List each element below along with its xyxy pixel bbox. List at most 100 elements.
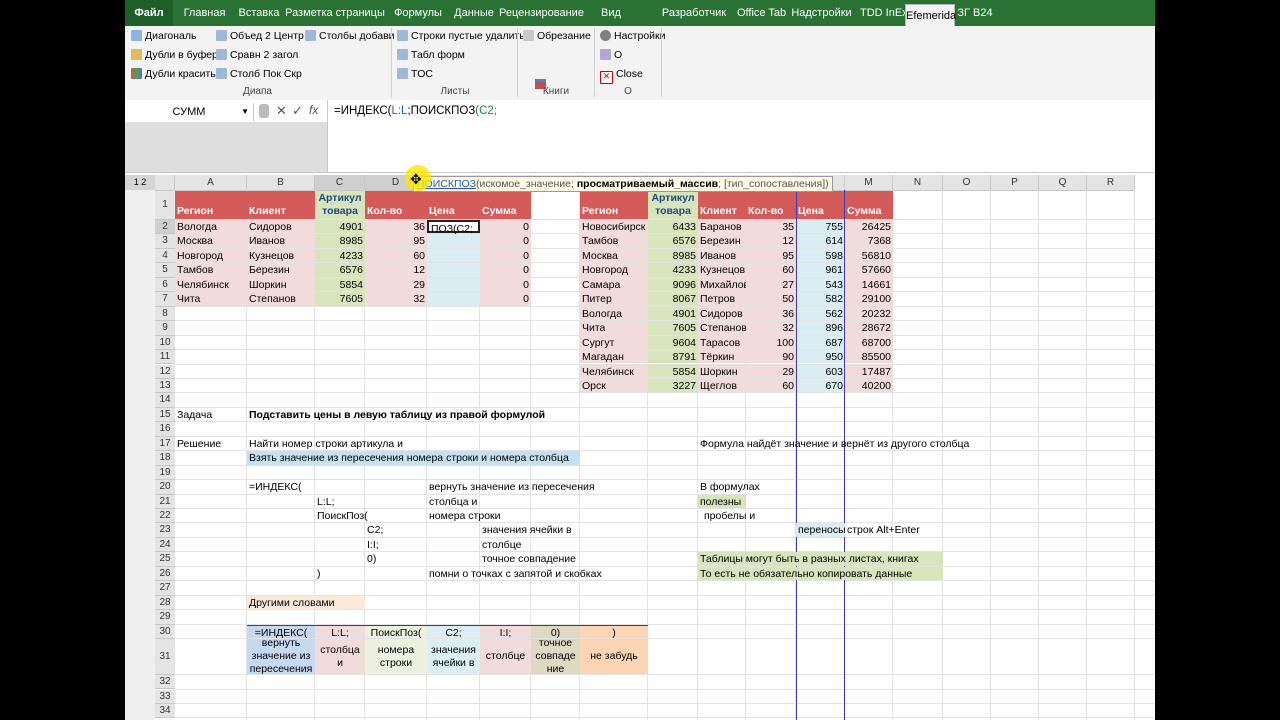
table-cell[interactable]: Кузнецов: [698, 263, 746, 277]
note-text[interactable]: ): [315, 567, 365, 580]
table-header[interactable]: Цена: [796, 191, 845, 219]
tab-2[interactable]: Вставка: [234, 0, 284, 26]
tab-13[interactable]: ЗГ В24: [955, 0, 995, 26]
row-header-8[interactable]: 8: [155, 306, 175, 322]
table-cell[interactable]: 8985: [648, 248, 698, 263]
row-header-6[interactable]: 6: [155, 277, 175, 293]
note-text[interactable]: 0): [365, 552, 427, 565]
row-header-22[interactable]: 22: [155, 509, 175, 524]
table-cell[interactable]: 56810: [845, 248, 893, 263]
summary-bottom-cell[interactable]: значения ячейки в: [427, 639, 480, 675]
corner-cell[interactable]: [155, 175, 175, 191]
note-text[interactable]: строк Alt+Enter: [845, 523, 920, 536]
table-forms-button[interactable]: Табл форм: [397, 47, 465, 63]
splitter-handle[interactable]: [259, 104, 269, 118]
table-header[interactable]: Цена: [427, 191, 480, 219]
table-cell[interactable]: 8067: [648, 292, 698, 306]
table-cell[interactable]: [427, 292, 480, 306]
table-cell[interactable]: Березин: [247, 263, 315, 277]
table-cell[interactable]: Новгород: [580, 263, 648, 277]
table-cell[interactable]: 670: [796, 378, 845, 393]
compare-headers-button[interactable]: Сравн 2 загол: [216, 47, 298, 63]
table-cell[interactable]: 8791: [648, 350, 698, 364]
column-header-Q[interactable]: Q: [1039, 175, 1087, 191]
table-cell[interactable]: [427, 234, 480, 248]
table-cell[interactable]: 755: [796, 220, 845, 234]
tab-1[interactable]: Главная: [177, 0, 232, 26]
row-header-27[interactable]: 27: [155, 581, 175, 596]
table-cell[interactable]: 60: [746, 378, 796, 393]
trim-button[interactable]: Обрезание: [523, 28, 591, 44]
row-header-25[interactable]: 25: [155, 552, 175, 567]
table-header[interactable]: Сумма: [480, 191, 531, 219]
table-cell[interactable]: 0: [480, 277, 531, 292]
row-header-31[interactable]: 31: [155, 639, 175, 676]
tab-9[interactable]: Office Tab: [737, 0, 786, 26]
note-text[interactable]: I:I;: [365, 538, 427, 551]
row-header-17[interactable]: 17: [155, 436, 175, 452]
note-text[interactable]: полезны: [698, 494, 746, 508]
note-text[interactable]: Найти номер строки артикула и: [247, 437, 403, 450]
note-label[interactable]: Решение: [175, 437, 247, 450]
row-header-32[interactable]: 32: [155, 675, 175, 690]
table-cell[interactable]: 50: [746, 292, 796, 306]
chevron-down-icon[interactable]: ▼: [241, 103, 249, 121]
tab-12[interactable]: Efemerida: [905, 4, 956, 27]
table-cell[interactable]: Петров: [698, 292, 746, 306]
table-cell[interactable]: 95: [365, 234, 427, 248]
table-cell[interactable]: Самара: [580, 277, 648, 292]
note-text[interactable]: То есть не обязательно копировать данные: [698, 566, 943, 581]
table-header[interactable]: Регион: [580, 191, 648, 219]
column-header-M[interactable]: M: [845, 175, 893, 191]
table-cell[interactable]: 12: [365, 263, 427, 277]
note-text[interactable]: В формулах: [698, 480, 760, 493]
table-cell[interactable]: Шоркин: [247, 277, 315, 292]
formula-input[interactable]: =ИНДЕКС(L:L;ПОИСКПОЗ(C2;: [327, 100, 1155, 172]
table-cell[interactable]: Чита: [580, 321, 648, 335]
table-cell[interactable]: 7605: [648, 321, 698, 335]
table-cell[interactable]: 90: [746, 350, 796, 364]
summary-top-cell[interactable]: I:I;: [480, 624, 531, 639]
row-header-5[interactable]: 5: [155, 263, 175, 278]
row-header-15[interactable]: 15: [155, 407, 175, 423]
row-header-33[interactable]: 33: [155, 689, 175, 704]
table-cell[interactable]: Магадан: [580, 350, 648, 364]
table-cell[interactable]: Москва: [175, 234, 247, 248]
table-cell[interactable]: 961: [796, 263, 845, 277]
table-cell[interactable]: Иванов: [698, 248, 746, 263]
table-cell[interactable]: [427, 248, 480, 263]
toc-button[interactable]: TOC: [397, 66, 433, 82]
table-cell[interactable]: 4233: [315, 248, 365, 263]
row-header-13[interactable]: 13: [155, 378, 175, 394]
note-text[interactable]: помни о точках с запятой и скобках: [427, 567, 602, 580]
note-text[interactable]: пробелы и: [698, 509, 755, 522]
row-header-26[interactable]: 26: [155, 566, 175, 582]
table-cell[interactable]: 687: [796, 335, 845, 350]
table-cell[interactable]: 85500: [845, 350, 893, 364]
table-cell[interactable]: 29: [365, 277, 427, 292]
active-cell[interactable]: ПОЗ(C2;: [427, 220, 480, 235]
tab-10[interactable]: Надстройки: [785, 0, 858, 26]
column-header-P[interactable]: P: [991, 175, 1039, 191]
table-cell[interactable]: 9604: [648, 335, 698, 350]
table-cell[interactable]: Орск: [580, 378, 648, 393]
row-header-24[interactable]: 24: [155, 537, 175, 553]
row-header-4[interactable]: 4: [155, 248, 175, 264]
note-text[interactable]: Таблицы могут быть в разных листах, книг…: [698, 552, 943, 566]
column-header-N[interactable]: N: [893, 175, 943, 191]
note-text[interactable]: ПоискПоз(: [315, 509, 368, 522]
table-cell[interactable]: 7368: [845, 234, 893, 248]
table-cell[interactable]: Тамбов: [580, 234, 648, 248]
table-cell[interactable]: 100: [746, 335, 796, 350]
tab-8[interactable]: Разработчик: [653, 0, 735, 26]
row-header-10[interactable]: 10: [155, 335, 175, 351]
merge-center-button[interactable]: Объед 2 Центр: [216, 28, 304, 44]
note-text[interactable]: столбце: [480, 538, 531, 551]
summary-top-cell[interactable]: =ИНДЕКС(: [247, 624, 315, 639]
note-text[interactable]: переносы: [796, 523, 846, 537]
table-cell[interactable]: 36: [365, 220, 427, 234]
summary-top-cell[interactable]: 0): [531, 624, 580, 639]
close-button[interactable]: ✕ Close: [600, 66, 643, 84]
delete-empty-rows-button[interactable]: Строки пустые удалить: [397, 28, 525, 44]
column-header-C[interactable]: C: [315, 175, 365, 191]
